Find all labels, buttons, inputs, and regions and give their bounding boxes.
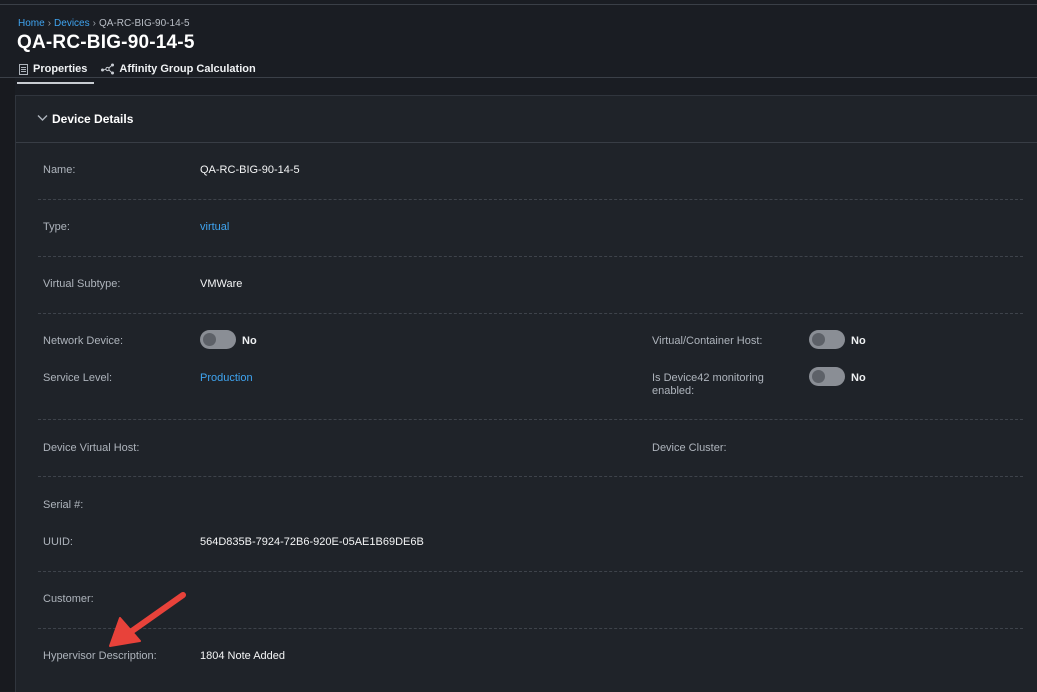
row-divider [38, 199, 1023, 200]
monitoring-label-line1: Is Device42 monitoring [652, 372, 764, 384]
tab-properties[interactable]: Properties [17, 61, 95, 84]
left-gutter [0, 78, 15, 691]
type-label: Type: [43, 221, 70, 233]
breadcrumb-separator: › [92, 18, 96, 29]
container-host-label: Virtual/Container Host: [652, 335, 763, 347]
page-header: Home › Devices › QA-RC-BIG-90-14-5 QA-RC-BIG… [0, 5, 1037, 84]
tab-affinity-group-calculation[interactable]: Affinity Group Calculation [100, 61, 262, 82]
toggle-knob [812, 370, 825, 383]
monitoring-value: No [851, 372, 866, 384]
device-details-title: Device Details [52, 112, 134, 126]
name-label: Name: [43, 164, 76, 176]
device-details-header[interactable]: Device Details [16, 96, 1037, 143]
breadcrumb-current: QA-RC-BIG-90-14-5 [98, 18, 190, 29]
virtual-host-label: Device Virtual Host: [43, 442, 140, 454]
row-divider [38, 476, 1023, 477]
network-device-value: No [242, 335, 257, 347]
document-icon [17, 63, 29, 75]
network-nodes-icon [100, 63, 115, 75]
row-divider [38, 256, 1023, 257]
chevron-down-icon[interactable] [37, 113, 48, 125]
row-divider [38, 419, 1023, 420]
type-link[interactable]: virtual [200, 221, 229, 233]
container-host-value: No [851, 335, 866, 347]
row-divider [38, 628, 1023, 629]
customer-label: Customer: [43, 593, 94, 605]
service-level-label: Service Level: [43, 372, 113, 384]
uuid-value: 564D835B-7924-72B6-920E-05AE1B69DE6B [200, 536, 424, 548]
row-divider [38, 571, 1023, 572]
tab-properties-label: Properties [33, 63, 88, 75]
row-divider [38, 313, 1023, 314]
virtual-subtype-value: VMWare [200, 278, 243, 290]
breadcrumb-home-link[interactable]: Home [18, 18, 45, 29]
tab-bar: Properties Affinity Group Calculation [17, 61, 269, 84]
serial-label: Serial #: [43, 499, 84, 511]
network-device-toggle[interactable] [200, 330, 236, 349]
monitoring-label-line2: enabled: [652, 385, 695, 397]
breadcrumb-separator: › [47, 18, 52, 29]
device-details-panel: Device Details Name: QA-RC-BIG-90-14-5 T… [15, 95, 1037, 692]
hypervisor-description-label: Hypervisor Description: [43, 650, 157, 662]
virtual-subtype-label: Virtual Subtype: [43, 278, 121, 290]
breadcrumb: Home › Devices › QA-RC-BIG-90-14-5 [18, 18, 190, 29]
service-level-link[interactable]: Production [200, 372, 253, 384]
name-value: QA-RC-BIG-90-14-5 [200, 164, 300, 176]
network-device-label: Network Device: [43, 335, 124, 347]
monitoring-toggle[interactable] [809, 367, 845, 386]
toggle-knob [812, 333, 825, 346]
hypervisor-description-value: 1804 Note Added [200, 650, 286, 662]
page-title: QA-RC-BIG-90-14-5 [17, 32, 195, 53]
toggle-knob [203, 333, 216, 346]
cluster-label: Device Cluster: [652, 442, 727, 454]
breadcrumb-devices-link[interactable]: Devices [54, 18, 90, 29]
container-host-toggle[interactable] [809, 330, 845, 349]
tab-affinity-label: Affinity Group Calculation [119, 63, 256, 75]
uuid-label: UUID: [43, 536, 73, 548]
